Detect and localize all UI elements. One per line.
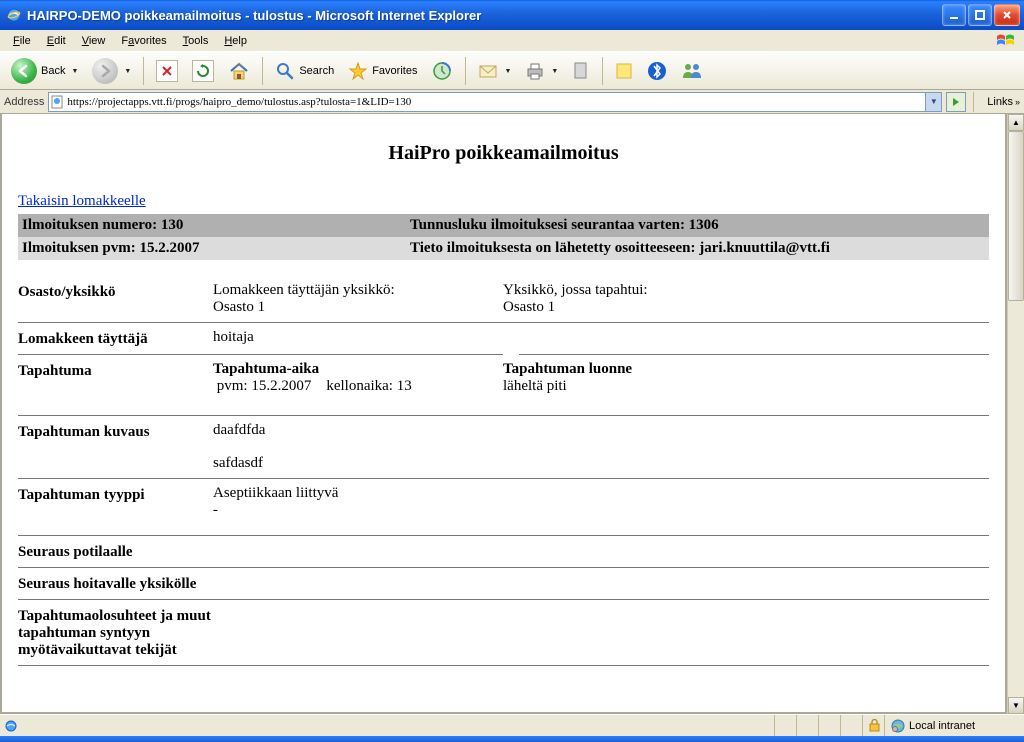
- label-unit-consequence: Seuraus hoitavalle yksikölle: [18, 574, 196, 593]
- links-label: Links: [987, 96, 1013, 108]
- forward-arrow-icon: [92, 58, 118, 84]
- lock-icon: [869, 719, 880, 732]
- menu-tools[interactable]: Tools: [176, 33, 216, 49]
- bluetooth-icon: [647, 61, 667, 81]
- back-arrow-icon: [11, 58, 37, 84]
- event-nature-value: läheltä piti: [503, 378, 989, 395]
- refresh-icon: [192, 60, 214, 82]
- note-button[interactable]: [610, 56, 638, 86]
- window-close-button[interactable]: [994, 4, 1020, 26]
- address-input-wrap[interactable]: ▼: [48, 92, 942, 112]
- event-unit-value: Osasto 1: [503, 299, 989, 316]
- window-minimize-button[interactable]: [942, 4, 966, 26]
- page-title: HaiPro poikkeamailmoitus: [18, 142, 989, 165]
- search-button[interactable]: Search: [270, 56, 339, 86]
- forward-button[interactable]: ▼: [87, 56, 136, 86]
- vertical-scrollbar[interactable]: ▲ ▼: [1007, 114, 1024, 714]
- label-filler: Lomakkeen täyttäjä: [18, 329, 213, 348]
- windows-flag-icon: [988, 30, 1024, 52]
- address-label: Address: [4, 96, 44, 108]
- address-dropdown-button[interactable]: ▼: [925, 93, 941, 111]
- printer-icon: [525, 61, 545, 81]
- window-titlebar: HAIRPO-DEMO poikkeamailmoitus - tulostus…: [0, 0, 1024, 30]
- zone-icon: [891, 719, 905, 733]
- page-favicon-icon: [49, 95, 65, 109]
- scroll-down-button[interactable]: ▼: [1008, 697, 1024, 714]
- go-button[interactable]: [946, 92, 966, 112]
- people-icon: [681, 61, 703, 81]
- page-content: HaiPro poikkeamailmoitus Takaisin lomakk…: [0, 114, 1007, 714]
- label-department: Osasto/yksikkö: [18, 282, 213, 316]
- back-button[interactable]: Back ▼: [6, 56, 83, 86]
- label-event: Tapahtuma: [18, 361, 213, 395]
- home-icon: [228, 60, 250, 82]
- event-type-value: Aseptiikkaan liittyvä: [213, 485, 989, 502]
- chevron-down-icon: ▼: [71, 68, 78, 75]
- label-description: Tapahtuman kuvaus: [18, 422, 213, 472]
- menu-help[interactable]: Help: [217, 33, 254, 49]
- scroll-up-button[interactable]: ▲: [1008, 114, 1024, 131]
- links-panel[interactable]: Links »: [981, 96, 1020, 108]
- home-button[interactable]: [223, 56, 255, 86]
- menu-bar: File Edit View Favorites Tools Help: [0, 30, 1024, 52]
- security-zone: Local intranet: [909, 720, 975, 732]
- filler-value: hoitaja: [213, 329, 503, 348]
- sent-to-email: Tieto ilmoituksesta on lähetetty osoitte…: [406, 237, 989, 260]
- chevron-down-icon: ▼: [124, 68, 131, 75]
- event-time-value: pvm: 15.2.2007 kellonaika: 13: [213, 378, 503, 395]
- history-icon: [431, 60, 453, 82]
- filler-unit-value: Osasto 1: [213, 299, 503, 316]
- notification-number: Ilmoituksen numero: 130: [18, 214, 406, 237]
- status-bar: Local intranet: [0, 714, 1024, 736]
- chevron-down-icon: ▼: [551, 68, 558, 75]
- history-button[interactable]: [426, 56, 458, 86]
- search-icon: [275, 61, 295, 81]
- edit-button[interactable]: [567, 56, 595, 86]
- note-icon: [615, 62, 633, 80]
- menu-file[interactable]: File: [6, 33, 38, 49]
- filler-unit-head: Lomakkeen täyttäjän yksikkö:: [213, 282, 503, 299]
- search-label: Search: [299, 65, 334, 77]
- taskbar-peek: [0, 736, 1024, 742]
- event-type-sub: -: [213, 502, 989, 519]
- scroll-thumb[interactable]: [1008, 131, 1024, 301]
- menu-edit[interactable]: Edit: [40, 33, 73, 49]
- menu-view[interactable]: View: [75, 33, 113, 49]
- favorites-label: Favorites: [372, 65, 417, 77]
- description-line2: safdasdf: [213, 455, 989, 472]
- notification-date: Ilmoituksen pvm: 15.2.2007: [18, 237, 406, 260]
- chevron-down-icon: ▼: [504, 68, 511, 75]
- ie-logo-icon: [6, 7, 22, 23]
- address-input[interactable]: [65, 95, 925, 109]
- tracking-code: Tunnusluku ilmoituksesi seurantaa varten…: [406, 214, 989, 237]
- description-line1: daafdfda: [213, 422, 989, 439]
- messenger-button[interactable]: [676, 56, 708, 86]
- favorites-button[interactable]: Favorites: [343, 56, 422, 86]
- menu-favorites[interactable]: Favorites: [114, 33, 173, 49]
- label-patient-consequence: Seuraus potilaalle: [18, 542, 133, 561]
- print-button[interactable]: ▼: [520, 56, 563, 86]
- back-label: Back: [41, 65, 65, 77]
- bluetooth-button[interactable]: [642, 56, 672, 86]
- stop-icon: [156, 60, 178, 82]
- mail-icon: [478, 62, 498, 80]
- scroll-track[interactable]: [1008, 131, 1024, 697]
- ie-small-icon: [4, 719, 18, 733]
- star-icon: [348, 61, 368, 81]
- document-icon: [572, 61, 590, 81]
- label-circumstances: Tapahtumaolosuhteet ja muut tapahtuman s…: [18, 606, 238, 659]
- event-unit-head: Yksikkö, jossa tapahtui:: [503, 282, 989, 299]
- event-time-head: Tapahtuma-aika: [213, 361, 503, 378]
- stop-button[interactable]: [151, 56, 183, 86]
- address-bar: Address ▼ Links »: [0, 90, 1024, 114]
- refresh-button[interactable]: [187, 56, 219, 86]
- window-title: HAIRPO-DEMO poikkeamailmoitus - tulostus…: [27, 8, 942, 23]
- mail-button[interactable]: ▼: [473, 56, 516, 86]
- label-event-type: Tapahtuman tyyppi: [18, 485, 213, 519]
- window-maximize-button[interactable]: [968, 4, 992, 26]
- event-nature-head: Tapahtuman luonne: [503, 361, 989, 378]
- toolbar: Back ▼ ▼ Search Favorites ▼ ▼: [0, 52, 1024, 90]
- back-to-form-link[interactable]: Takaisin lomakkeelle: [18, 193, 146, 210]
